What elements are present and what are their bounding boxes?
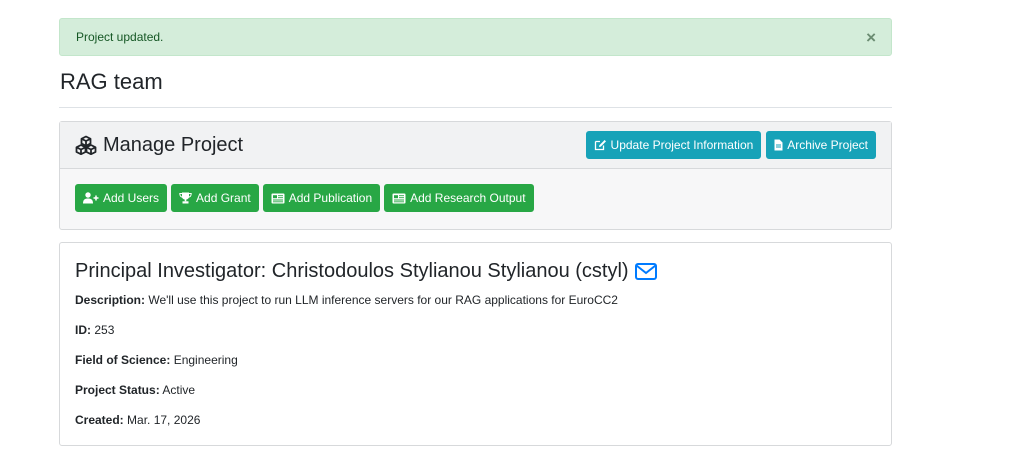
manage-project-card: Manage Project Update Project Informatio… — [59, 121, 892, 230]
add-grant-label: Add Grant — [196, 191, 251, 205]
description-label: Description: — [75, 293, 146, 307]
add-users-label: Add Users — [103, 191, 160, 205]
id-field: ID: 253 — [75, 323, 876, 353]
title-divider — [59, 107, 892, 108]
id-value: 253 — [94, 323, 115, 337]
field-of-science-label: Field of Science: — [75, 353, 171, 367]
field-of-science-value: Engineering — [173, 353, 238, 367]
trophy-icon — [179, 192, 192, 204]
user-plus-icon — [83, 192, 99, 204]
add-research-output-label: Add Research Output — [410, 191, 526, 205]
add-research-output-button[interactable]: Add Research Output — [384, 184, 534, 212]
envelope-icon[interactable] — [634, 262, 657, 280]
add-publication-button[interactable]: Add Publication — [262, 184, 381, 212]
add-grant-button[interactable]: Add Grant — [171, 184, 259, 212]
project-details-card: Principal Investigator: Christodoulos St… — [59, 242, 892, 446]
update-project-label: Update Project Information — [610, 138, 754, 152]
alert-message: Project updated. — [76, 30, 164, 44]
field-of-science-field: Field of Science: Engineering — [75, 353, 876, 383]
description-value: We'll use this project to run LLM infere… — [148, 293, 618, 307]
cubes-icon — [75, 135, 97, 155]
manage-project-heading: Manage Project — [75, 134, 243, 157]
add-users-button[interactable]: Add Users — [75, 184, 168, 212]
update-project-button[interactable]: Update Project Information — [585, 131, 762, 159]
success-alert: Project updated. × — [59, 18, 892, 56]
project-status-field: Project Status: Active — [75, 383, 876, 413]
archive-project-button[interactable]: Archive Project — [766, 131, 876, 159]
newspaper-icon — [271, 193, 285, 204]
created-label: Created: — [75, 413, 124, 427]
description-field: Description: We'll use this project to r… — [75, 293, 876, 323]
edit-icon — [594, 139, 607, 151]
project-status-value: Active — [162, 383, 196, 397]
project-status-label: Project Status: — [75, 383, 160, 397]
id-label: ID: — [75, 323, 91, 337]
created-value: Mar. 17, 2026 — [127, 413, 201, 427]
principal-investigator-heading: Principal Investigator: Christodoulos St… — [75, 259, 876, 283]
manage-project-title: Manage Project — [103, 133, 244, 156]
manage-actions: Add Users Add Grant Add Publication Add … — [60, 169, 891, 212]
main-container: Project updated. × RAG team Manage Proje… — [59, 18, 892, 446]
page-title: RAG team — [60, 69, 163, 94]
file-icon — [774, 139, 783, 151]
manage-project-header: Manage Project Update Project Informatio… — [60, 122, 891, 169]
pi-title: Principal Investigator: Christodoulos St… — [75, 260, 629, 282]
manage-header-buttons: Update Project Information Archive Proje… — [585, 131, 876, 159]
alert-close-button[interactable]: × — [866, 29, 876, 46]
add-publication-label: Add Publication — [288, 191, 373, 205]
created-field: Created: Mar. 17, 2026 — [75, 413, 876, 443]
newspaper-icon — [392, 193, 406, 204]
archive-project-label: Archive Project — [787, 138, 868, 152]
